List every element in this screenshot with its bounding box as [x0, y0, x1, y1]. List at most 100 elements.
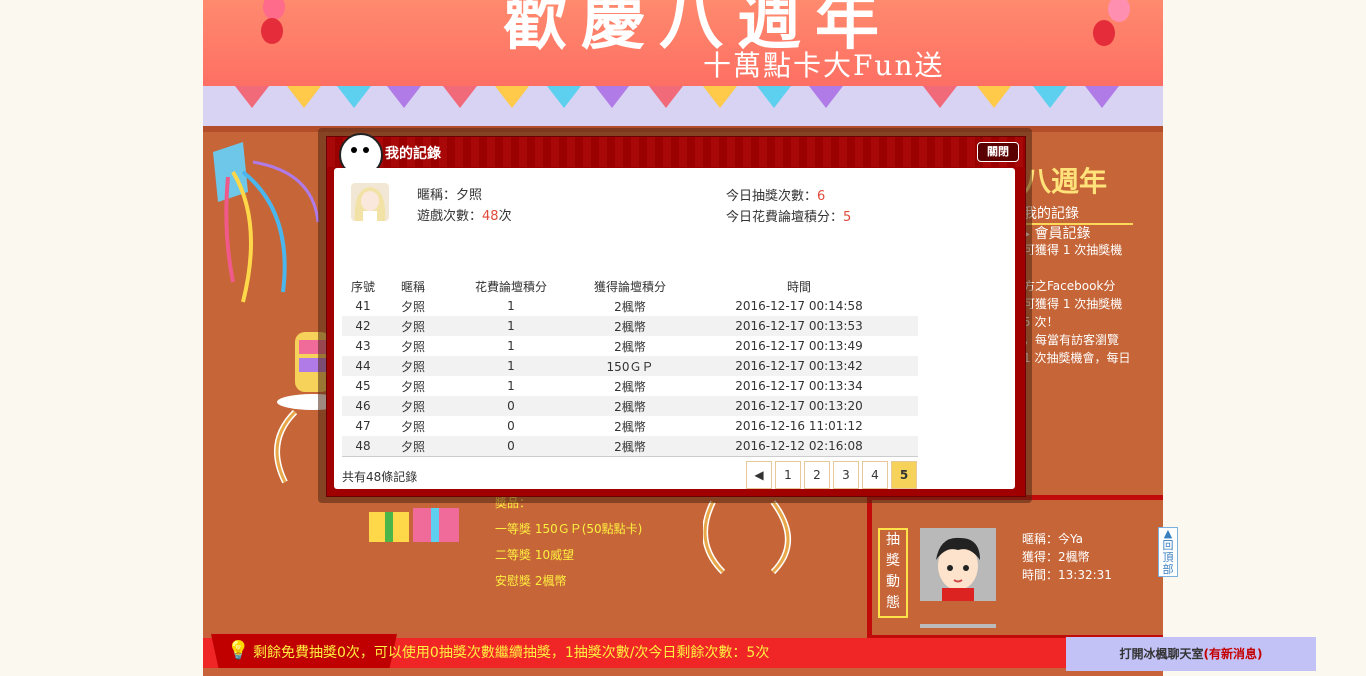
page-button[interactable]: 3: [833, 461, 859, 489]
banner-subtitle: 十萬點卡大Fun送: [703, 49, 945, 82]
cell-time: 2016-12-17 00:13:34: [735, 379, 863, 393]
cell-spent: 1: [442, 316, 580, 336]
cell-spent: 0: [507, 419, 515, 433]
party-popper-icon: [213, 142, 320, 303]
page-button[interactable]: 2: [804, 461, 830, 489]
table-row: 45 夕照 1 2楓幣 2016-12-17 00:13:34: [342, 376, 918, 396]
cell-gained: 2楓幣: [614, 299, 646, 314]
spent-today-value: 5: [843, 210, 852, 225]
balloon-icon: [263, 0, 285, 20]
bunting-flags: [203, 86, 1163, 126]
cell-nickname: 夕照: [384, 436, 442, 457]
rules-line: 可獲得 1 次抽獎機: [1023, 297, 1123, 311]
draw-activity-panel: 抽獎動態 暱稱：今Ya 獲得：2楓幣 時間：13:32:31: [867, 495, 1163, 640]
my-records-dialog: 我的記錄 關閉 暱稱：夕照 遊戲次數：48次 今日抽獎次數：6 今日花費論壇積分…: [326, 133, 1026, 497]
cell-time: 2016-12-17 00:13:20: [680, 396, 918, 416]
cell-gained: 2楓幣: [580, 396, 680, 416]
member-records-link[interactable]: ▸ 會員記錄: [1023, 223, 1090, 243]
cell-nickname: 夕照: [400, 339, 425, 354]
prize-consolation: 安慰獎 2楓幣: [495, 574, 567, 588]
table-row: 43 夕照 1 2楓幣 2016-12-17 00:13:49: [342, 336, 918, 356]
cell-spent: 0: [442, 396, 580, 416]
cell-nickname: 夕照: [400, 379, 425, 394]
games-label: 遊戲次數：: [417, 209, 483, 224]
cell-gained: 2楓幣: [580, 316, 680, 336]
games-unit: 次: [498, 209, 512, 224]
page-button[interactable]: 1: [775, 461, 801, 489]
cell-nickname: 夕照: [384, 356, 442, 376]
new-message-badge: (有新消息): [1203, 647, 1263, 661]
gift-box-icon: [369, 508, 459, 542]
dialog-header: 我的記錄 關閉: [327, 133, 1025, 177]
cell-nickname: 夕照: [400, 419, 425, 434]
spent-today-row: 今日花費論壇積分：5: [726, 206, 851, 225]
cell-time: 2016-12-16 11:01:12: [735, 419, 863, 433]
activity-time: 時間：13:32:31: [1022, 568, 1112, 582]
draws-today-label: 今日抽獎次數：: [726, 189, 818, 204]
nickname-label: 暱稱：: [417, 188, 457, 203]
avatar: [920, 528, 996, 601]
rules-line: ，每當有訪客瀏覽: [1023, 333, 1120, 347]
prize-first: 一等獎 150ＧＰ(50點點卡): [495, 522, 643, 536]
cell-index: 45: [355, 379, 371, 393]
cell-spent: 1: [507, 339, 515, 353]
cell-index: 41: [355, 299, 371, 313]
records-table: 序號 暱稱 花費論壇積分 獲得論壇積分 時間 41 夕照 1 2楓幣 2016-…: [342, 276, 918, 457]
balloon-icon: [1093, 20, 1115, 46]
table-header-row: 序號 暱稱 花費論壇積分 獲得論壇積分 時間: [342, 276, 918, 296]
cell-index: 46: [342, 396, 384, 416]
cell-index: 44: [342, 356, 384, 376]
back-to-top-button[interactable]: ▲ 回頂部: [1158, 527, 1178, 577]
current-page-button[interactable]: 5: [891, 461, 917, 489]
table-row: 46 夕照 0 2楓幣 2016-12-17 00:13:20: [342, 396, 918, 416]
cell-time: 2016-12-17 00:13:42: [680, 356, 918, 376]
table-row: 42 夕照 1 2楓幣 2016-12-17 00:13:53: [342, 316, 918, 336]
table-row: 41 夕照 1 2楓幣 2016-12-17 00:14:58: [342, 296, 918, 316]
nickname-value: 夕照: [456, 188, 483, 203]
cell-nickname: 夕照: [384, 396, 442, 416]
col-header-gained: 獲得論壇積分: [593, 279, 666, 294]
prev-page-button[interactable]: ◀: [746, 461, 772, 489]
prize-list: 獎品： 一等獎 150ＧＰ(50點點卡) 二等獎 10威望 安慰獎 2楓幣: [495, 490, 642, 594]
dialog-body: 暱稱：夕照 遊戲次數：48次 今日抽獎次數：6 今日花費論壇積分：5 序號 暱稱…: [334, 168, 1015, 489]
chat-label: 打開冰楓聊天室: [1119, 647, 1204, 661]
nickname-row: 暱稱：夕照: [417, 184, 482, 203]
cell-index: 47: [355, 419, 371, 433]
user-avatar: [351, 183, 389, 221]
cell-gained: 2楓幣: [580, 436, 680, 457]
table-row: 47 夕照 0 2楓幣 2016-12-16 11:01:12: [342, 416, 918, 436]
spent-today-label: 今日花費論壇積分：: [726, 210, 844, 225]
cell-index: 43: [355, 339, 371, 353]
cell-spent: 1: [507, 299, 515, 313]
close-button[interactable]: 關閉: [977, 142, 1019, 162]
cell-gained: 2楓幣: [614, 379, 646, 394]
page-button[interactable]: 4: [862, 461, 888, 489]
cell-time: 2016-12-17 00:13:49: [735, 339, 863, 353]
col-header-index: 序號: [350, 279, 375, 294]
col-header-nickname: 暱稱: [400, 279, 425, 294]
activity-nickname: 暱稱：今Ya: [1022, 532, 1084, 546]
draw-activity-info: 暱稱：今Ya 獲得：2楓幣 時間：13:32:31: [1022, 530, 1112, 584]
rules-line: 可獲得 1 次抽獎機: [1023, 243, 1123, 257]
cell-index: 48: [342, 436, 384, 457]
total-records: 共有48條記錄: [342, 470, 418, 484]
cell-nickname: 夕照: [400, 299, 425, 314]
balloon-icon: [1108, 0, 1130, 22]
balloon-icon: [261, 18, 283, 44]
activity-prize: 獲得：2楓幣: [1022, 550, 1090, 564]
open-chat-button[interactable]: 打開冰楓聊天室(有新消息): [1066, 637, 1316, 671]
cell-gained: 2楓幣: [614, 339, 646, 354]
games-row: 遊戲次數：48次: [417, 205, 512, 224]
draws-today-row: 今日抽獎次數：6: [726, 185, 825, 204]
cell-nickname: 夕照: [384, 316, 442, 336]
prize-second: 二等獎 10威望: [495, 548, 575, 562]
member-records-label: 會員記錄: [1034, 226, 1091, 242]
col-header-spent: 花費論壇積分: [474, 279, 547, 294]
event-banner: 歡慶八週年 十萬點卡大Fun送: [203, 0, 1163, 86]
rules-line: 1 次抽獎機會，每日: [1023, 351, 1131, 365]
cell-time: 2016-12-12 02:16:08: [680, 436, 918, 457]
table-row: 44 夕照 1 150ＧＰ 2016-12-17 00:13:42: [342, 356, 918, 376]
anime-avatar-icon: [354, 187, 386, 221]
dialog-title: 我的記錄: [385, 146, 441, 162]
cell-gained: 150ＧＰ: [580, 356, 680, 376]
